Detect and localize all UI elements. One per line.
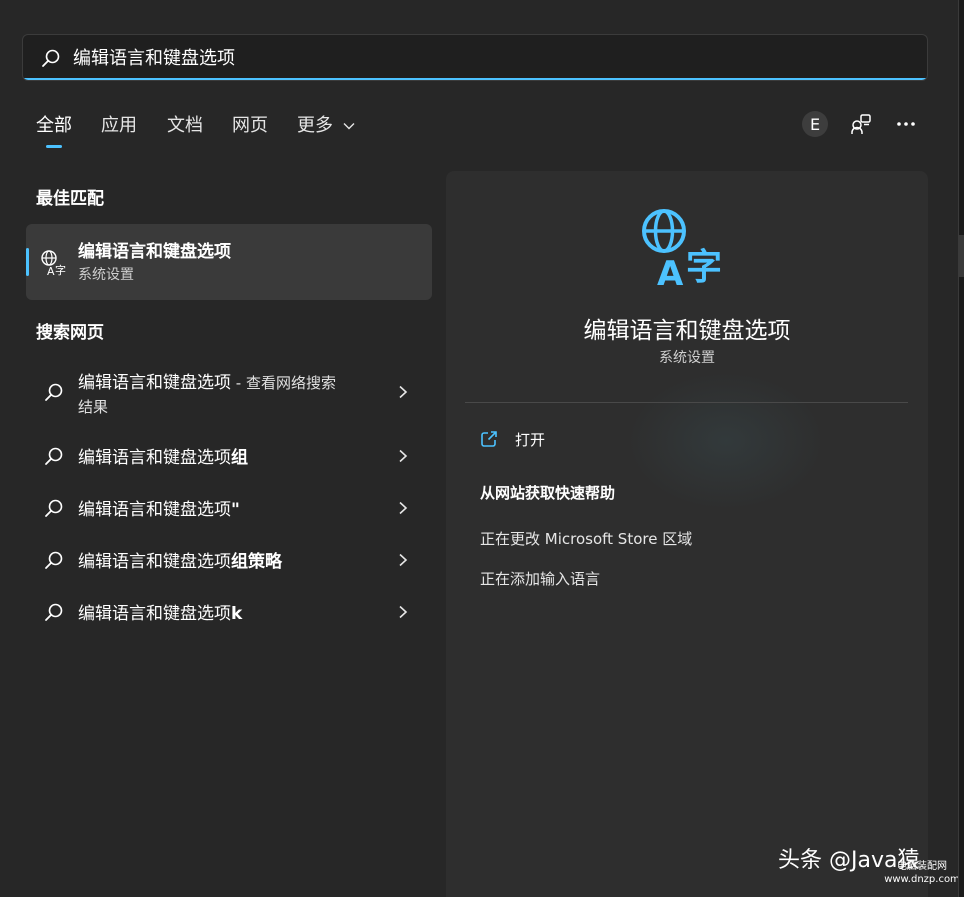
web-result-text: 编辑语言和键盘选项组策略	[78, 547, 282, 572]
web-result-item[interactable]: 编辑语言和键盘选项组策略	[26, 536, 432, 586]
more-options-button[interactable]	[893, 110, 919, 138]
search-icon	[45, 603, 63, 621]
language-icon: A 字	[41, 250, 66, 277]
svg-text:A: A	[657, 254, 684, 287]
account-avatar: E	[802, 111, 828, 137]
web-result-text: 编辑语言和键盘选项k	[78, 599, 242, 624]
web-search-heading: 搜索网页	[36, 323, 104, 343]
search-icon	[42, 49, 60, 67]
result-suffix: - 查看网络搜索	[231, 374, 336, 392]
share-devices-button[interactable]	[848, 110, 874, 138]
result-completion: "	[231, 500, 240, 520]
chevron-right-icon	[399, 553, 408, 567]
tab-all[interactable]: 全部	[36, 113, 72, 139]
tab-label: 网页	[232, 115, 268, 136]
help-link[interactable]: 正在添加输入语言	[480, 568, 600, 589]
tab-web[interactable]: 网页	[232, 113, 268, 139]
search-icon	[45, 499, 63, 517]
detail-panel: A 字 编辑语言和键盘选项 系统设置 打开 从网站获取快速帮助 正在更改 Mic…	[446, 171, 928, 897]
chevron-down-icon	[343, 123, 355, 130]
divider	[465, 402, 908, 403]
tab-more[interactable]: 更多	[297, 113, 355, 139]
svg-text:字: 字	[55, 263, 66, 277]
web-result-text: 编辑语言和键盘选项组	[78, 443, 248, 468]
search-input[interactable]	[73, 35, 893, 79]
tab-label: 文档	[167, 115, 203, 136]
window-edge	[958, 0, 964, 897]
web-result-text: 编辑语言和键盘选项"	[78, 495, 240, 520]
web-result-item[interactable]: 编辑语言和键盘选项k	[26, 588, 432, 638]
chevron-right-icon	[399, 385, 408, 399]
detail-subtitle: 系统设置	[659, 350, 715, 366]
help-link[interactable]: 正在更改 Microsoft Store 区域	[480, 528, 692, 549]
chevron-right-icon	[399, 449, 408, 463]
tab-label: 更多	[297, 115, 333, 136]
best-match-subtitle: 系统设置	[78, 267, 134, 283]
tab-label: 全部	[36, 115, 72, 136]
web-result-item[interactable]: 编辑语言和键盘选项组	[26, 432, 432, 482]
account-button[interactable]: E	[801, 110, 829, 138]
selection-indicator	[26, 248, 29, 276]
active-tab-indicator	[46, 145, 62, 148]
window-edge-accent	[959, 235, 964, 277]
watermark-site: 电脑装配网 www.dnzp.com	[884, 861, 960, 885]
result-suffix-line2: 结果	[78, 398, 109, 416]
best-match-title: 编辑语言和键盘选项	[78, 242, 231, 262]
tab-apps[interactable]: 应用	[101, 113, 137, 139]
result-completion: k	[231, 604, 243, 624]
detail-title: 编辑语言和键盘选项	[583, 318, 791, 344]
result-query: 编辑语言和键盘选项	[78, 552, 231, 572]
best-match-heading: 最佳匹配	[36, 189, 104, 209]
tab-documents[interactable]: 文档	[167, 113, 203, 139]
web-result-item[interactable]: 编辑语言和键盘选项 - 查看网络搜索 结果	[26, 366, 432, 420]
svg-text:A: A	[47, 265, 55, 277]
language-icon: A 字	[642, 209, 722, 287]
panel-glow	[626, 371, 826, 511]
search-box[interactable]	[22, 34, 928, 81]
search-icon	[45, 383, 63, 401]
result-query: 编辑语言和键盘选项	[78, 373, 231, 393]
best-match-result[interactable]: A 字 编辑语言和键盘选项 系统设置	[26, 224, 432, 300]
web-result-text: 编辑语言和键盘选项 - 查看网络搜索	[78, 368, 336, 393]
search-icon	[45, 447, 63, 465]
open-external-icon	[481, 431, 497, 447]
result-completion: 组	[231, 448, 248, 468]
search-focus-underline	[23, 78, 927, 80]
result-query: 编辑语言和键盘选项	[78, 448, 231, 468]
share-devices-icon	[851, 114, 871, 134]
quick-help-heading: 从网站获取快速帮助	[480, 484, 616, 502]
chevron-right-icon	[399, 605, 408, 619]
open-label: 打开	[515, 431, 546, 449]
result-query: 编辑语言和键盘选项	[78, 604, 231, 624]
svg-text:字: 字	[686, 247, 722, 287]
more-options-icon	[897, 122, 915, 126]
result-query: 编辑语言和键盘选项	[78, 500, 231, 520]
web-result-item[interactable]: 编辑语言和键盘选项"	[26, 484, 432, 534]
chevron-right-icon	[399, 501, 408, 515]
search-icon	[45, 551, 63, 569]
tab-label: 应用	[101, 115, 137, 136]
result-completion: 组策略	[231, 552, 282, 572]
search-window: 全部 应用 文档 网页 更多 E	[0, 0, 960, 897]
